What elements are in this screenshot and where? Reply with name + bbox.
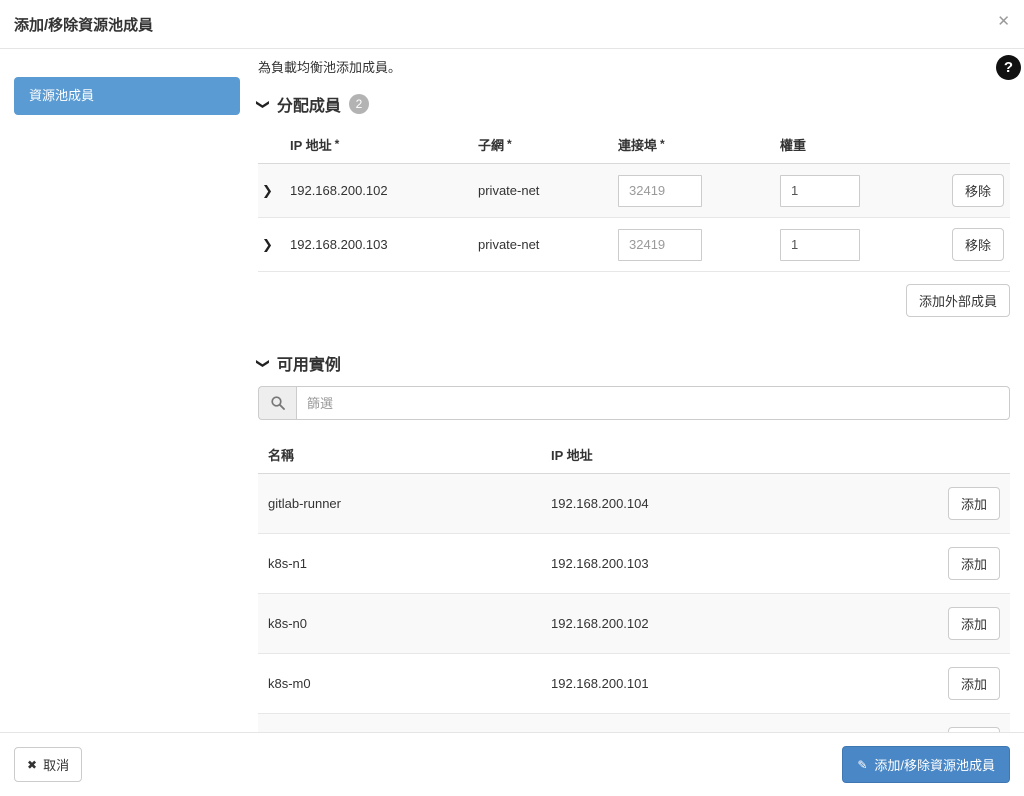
column-label: 權重 (780, 138, 806, 153)
instance-ip: 192.168.200.104 (541, 474, 936, 534)
member-weight-cell (776, 218, 946, 272)
instance-ip: 192.168.200.103 (541, 534, 936, 594)
actions-column-header (936, 434, 1010, 474)
add-member-button[interactable]: 添加 (948, 487, 1000, 520)
expander-cell: ❯ (258, 218, 286, 272)
column-label: 連接埠 (618, 138, 657, 153)
column-header-ip: IP 地址 (541, 434, 936, 474)
chevron-right-icon[interactable]: ❯ (262, 184, 273, 197)
add-external-member-button[interactable]: 添加外部成員 (906, 284, 1010, 317)
column-header-weight: 權重 (776, 124, 946, 164)
member-port-cell (614, 164, 776, 218)
add-member-button[interactable]: 添加 (948, 547, 1000, 580)
add-member-button[interactable]: 添加 (948, 667, 1000, 700)
pencil-icon: ✎ (857, 759, 867, 771)
member-subnet: private-net (474, 218, 614, 272)
available-instances-section: ❯ 可用實例 (258, 351, 1010, 774)
weight-input[interactable] (780, 229, 860, 261)
page-title: 添加/移除資源池成員 (14, 17, 153, 34)
member-ip: 192.168.200.103 (286, 218, 474, 272)
member-action-cell: 移除 (946, 164, 1010, 218)
chevron-down-icon: ❯ (257, 99, 270, 110)
available-instances-title: 可用實例 (277, 351, 341, 375)
close-icon[interactable]: ✕ (997, 12, 1010, 30)
submit-button[interactable]: ✎ 添加/移除資源池成員 (842, 746, 1010, 783)
cancel-x-icon: ✖ (27, 759, 37, 771)
table-header-row: IP 地址* 子網* 連接埠* 權重 (258, 124, 1010, 164)
member-action-cell: 移除 (946, 218, 1010, 272)
required-asterisk-icon: * (335, 137, 340, 151)
instance-ip: 192.168.200.101 (541, 654, 936, 714)
add-member-button[interactable]: 添加 (948, 607, 1000, 640)
add-external-row: 添加外部成員 (258, 284, 1010, 317)
required-asterisk-icon: * (660, 137, 665, 151)
filter-input[interactable] (296, 386, 1010, 420)
column-header-ip: IP 地址* (286, 124, 474, 164)
instance-action-cell: 添加 (936, 594, 1010, 654)
instance-action-cell: 添加 (936, 534, 1010, 594)
instance-name: k8s-n0 (258, 594, 541, 654)
modal-body: 資源池成員 ? 為負載均衡池添加成員。 ❯ 分配成員 2 (0, 49, 1024, 774)
submit-label: 添加/移除資源池成員 (874, 755, 995, 774)
search-icon (258, 386, 296, 420)
step-description: 為負載均衡池添加成員。 (258, 57, 1010, 76)
chevron-right-icon[interactable]: ❯ (262, 238, 273, 251)
instance-row: gitlab-runner 192.168.200.104 添加 (258, 474, 1010, 534)
instance-row: k8s-n0 192.168.200.102 添加 (258, 594, 1010, 654)
member-subnet: private-net (474, 164, 614, 218)
modal-footer: ✖ 取消 ✎ 添加/移除資源池成員 (0, 732, 1024, 796)
port-input[interactable] (618, 229, 702, 261)
remove-member-button[interactable]: 移除 (952, 174, 1004, 207)
instance-name: k8s-m0 (258, 654, 541, 714)
cancel-button[interactable]: ✖ 取消 (14, 747, 82, 782)
wizard-sidebar: 資源池成員 (0, 49, 258, 115)
column-label: IP 地址 (290, 138, 332, 153)
allocated-members-section-header[interactable]: ❯ 分配成員 2 (258, 92, 1010, 116)
column-label: 子網 (478, 138, 504, 153)
instance-ip: 192.168.200.102 (541, 594, 936, 654)
help-icon[interactable]: ? (996, 55, 1021, 80)
instance-row: k8s-m0 192.168.200.101 添加 (258, 654, 1010, 714)
instance-name: gitlab-runner (258, 474, 541, 534)
port-input[interactable] (618, 175, 702, 207)
instance-action-cell: 添加 (936, 654, 1010, 714)
instance-row: k8s-n1 192.168.200.103 添加 (258, 534, 1010, 594)
sidebar-item-pool-members[interactable]: 資源池成員 (14, 77, 240, 115)
member-count-badge: 2 (349, 94, 369, 114)
chevron-down-icon: ❯ (257, 358, 270, 369)
allocated-members-table: IP 地址* 子網* 連接埠* 權重 (258, 124, 1010, 272)
expander-column-header (258, 124, 286, 164)
column-header-subnet: 子網* (474, 124, 614, 164)
required-asterisk-icon: * (507, 137, 512, 151)
column-header-port: 連接埠* (614, 124, 776, 164)
member-row: ❯ 192.168.200.102 private-net 移除 (258, 164, 1010, 218)
add-remove-pool-members-modal: 添加/移除資源池成員 ✕ 資源池成員 ? 為負載均衡池添加成員。 ❯ 分配成員 … (0, 0, 1024, 774)
available-instances-table: 名稱 IP 地址 gitlab-runner 192.168.200.104 添… (258, 434, 1010, 774)
weight-input[interactable] (780, 175, 860, 207)
filter-group (258, 386, 1010, 420)
member-weight-cell (776, 164, 946, 218)
instance-action-cell: 添加 (936, 474, 1010, 534)
expander-cell: ❯ (258, 164, 286, 218)
remove-member-button[interactable]: 移除 (952, 228, 1004, 261)
actions-column-header (946, 124, 1010, 164)
available-instances-section-header[interactable]: ❯ 可用實例 (258, 351, 1010, 375)
instance-name: k8s-n1 (258, 534, 541, 594)
modal-header: 添加/移除資源池成員 ✕ (0, 0, 1024, 49)
table-header-row: 名稱 IP 地址 (258, 434, 1010, 474)
cancel-label: 取消 (43, 755, 69, 774)
member-row: ❯ 192.168.200.103 private-net 移除 (258, 218, 1010, 272)
member-port-cell (614, 218, 776, 272)
member-ip: 192.168.200.102 (286, 164, 474, 218)
column-header-name: 名稱 (258, 434, 541, 474)
allocated-members-title: 分配成員 (277, 92, 341, 116)
wizard-content: ? 為負載均衡池添加成員。 ❯ 分配成員 2 IP 地址* (258, 49, 1024, 774)
